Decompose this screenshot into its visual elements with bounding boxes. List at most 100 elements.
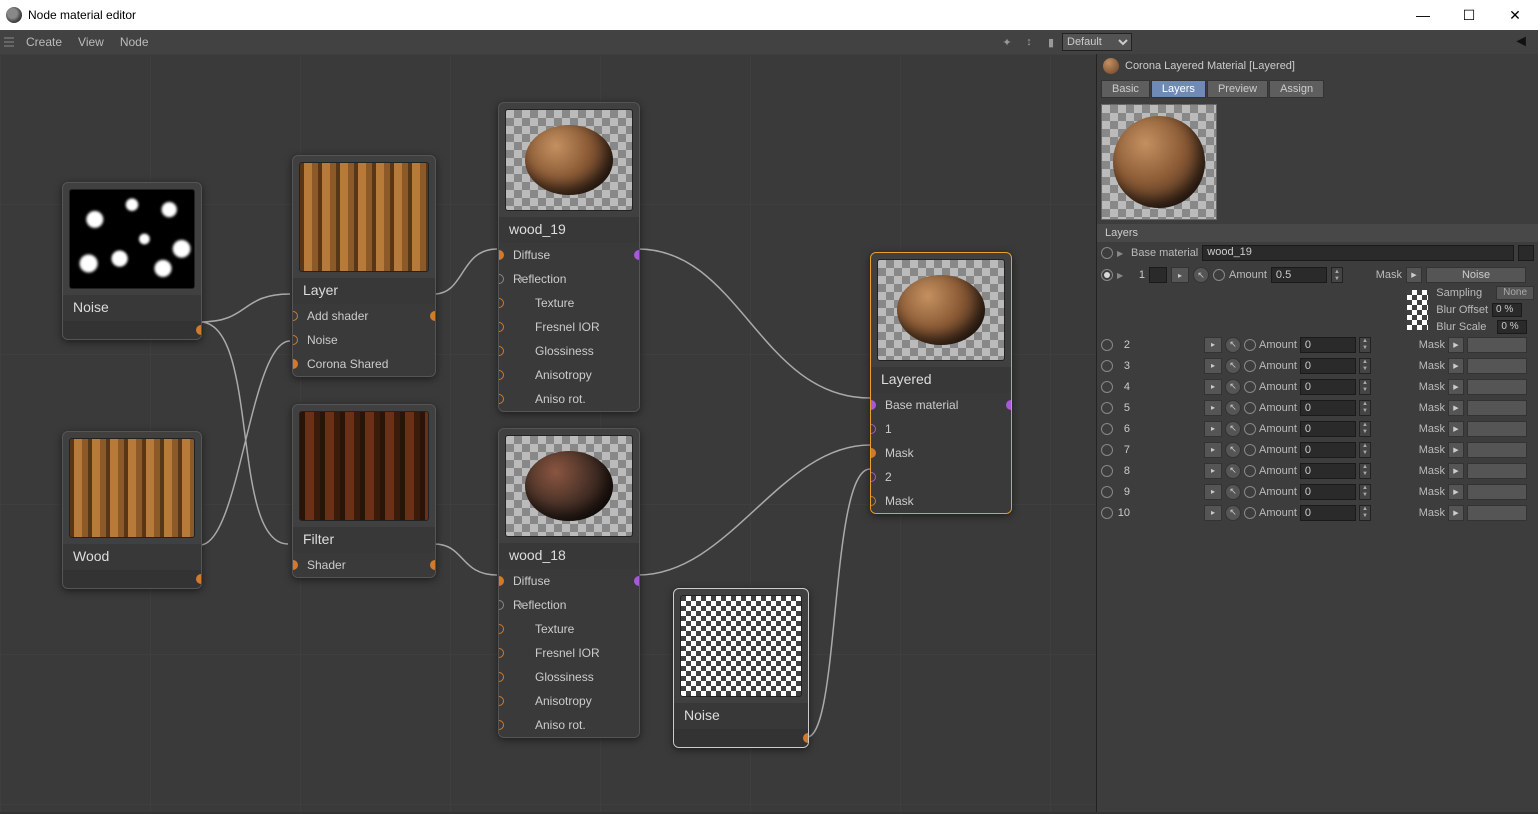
picker-icon[interactable]: ↖ bbox=[1225, 400, 1241, 416]
radio-layer[interactable] bbox=[1101, 486, 1113, 498]
amount-spinner[interactable]: ▲▼ bbox=[1359, 358, 1371, 374]
radio-amount[interactable] bbox=[1244, 423, 1256, 435]
radio-layer[interactable] bbox=[1101, 507, 1113, 519]
mask-button[interactable] bbox=[1467, 358, 1527, 374]
in-port[interactable] bbox=[870, 496, 876, 506]
tab-basic[interactable]: Basic bbox=[1101, 80, 1150, 98]
nav-arrow-icon[interactable]: ▸ bbox=[1204, 358, 1222, 374]
mask-button[interactable] bbox=[1467, 442, 1527, 458]
in-port[interactable] bbox=[498, 576, 504, 586]
out-port[interactable] bbox=[196, 325, 202, 335]
picker-icon[interactable]: ↖ bbox=[1225, 484, 1241, 500]
close-button[interactable]: ✕ bbox=[1492, 0, 1538, 30]
in-port[interactable] bbox=[498, 250, 504, 260]
radio-amount[interactable] bbox=[1244, 486, 1256, 498]
amount-spinner[interactable]: ▲▼ bbox=[1359, 505, 1371, 521]
in-port[interactable] bbox=[498, 346, 504, 356]
radio-layer[interactable] bbox=[1101, 360, 1113, 372]
radio-amount[interactable] bbox=[1213, 269, 1225, 281]
mask-play-icon[interactable]: ▶ bbox=[1448, 484, 1464, 500]
mask-button[interactable] bbox=[1467, 505, 1527, 521]
in-port[interactable] bbox=[292, 311, 298, 321]
in-port[interactable] bbox=[870, 400, 876, 410]
nav-arrow-icon[interactable]: ▸ bbox=[1204, 421, 1222, 437]
amount-field[interactable]: 0 bbox=[1300, 421, 1356, 437]
radio-amount[interactable] bbox=[1244, 465, 1256, 477]
maximize-button[interactable]: ☐ bbox=[1446, 0, 1492, 30]
in-port[interactable] bbox=[498, 322, 504, 332]
mask-button[interactable] bbox=[1467, 484, 1527, 500]
amount-field[interactable]: 0.5 bbox=[1271, 267, 1327, 283]
picker-icon[interactable]: ↖ bbox=[1225, 358, 1241, 374]
picker-icon[interactable]: ↖ bbox=[1225, 337, 1241, 353]
layer-swatch[interactable] bbox=[1149, 267, 1167, 283]
radio-amount[interactable] bbox=[1244, 381, 1256, 393]
out-port[interactable] bbox=[634, 576, 640, 586]
noise-swatch[interactable] bbox=[1407, 290, 1428, 330]
node-canvas[interactable]: Noise Wood Layer Add shader Noise Corona… bbox=[0, 54, 1096, 812]
tab-layers[interactable]: Layers bbox=[1151, 80, 1206, 98]
amount-spinner[interactable]: ▲▼ bbox=[1331, 267, 1343, 283]
amount-spinner[interactable]: ▲▼ bbox=[1359, 400, 1371, 416]
picker-icon[interactable]: ↖ bbox=[1225, 421, 1241, 437]
mask-button[interactable] bbox=[1467, 421, 1527, 437]
node-noise[interactable]: Noise bbox=[62, 182, 202, 340]
preset-select[interactable]: Default bbox=[1062, 33, 1132, 51]
out-port[interactable] bbox=[803, 733, 809, 743]
in-port[interactable] bbox=[292, 359, 298, 369]
picker-icon[interactable]: ↖ bbox=[1225, 442, 1241, 458]
mask-play-icon[interactable]: ▶ bbox=[1448, 421, 1464, 437]
mask-play-icon[interactable]: ▶ bbox=[1448, 379, 1464, 395]
radio-amount[interactable] bbox=[1244, 360, 1256, 372]
node-wood18[interactable]: wood_18 Diffuse ▼Reflection Texture Fres… bbox=[498, 428, 640, 738]
out-port[interactable] bbox=[634, 250, 640, 260]
radio-layer[interactable] bbox=[1101, 444, 1113, 456]
mask-play-icon[interactable]: ▶ bbox=[1448, 337, 1464, 353]
amount-field[interactable]: 0 bbox=[1300, 505, 1356, 521]
expand-icon[interactable]: ▼ bbox=[517, 600, 526, 610]
radio-layer[interactable] bbox=[1101, 402, 1113, 414]
radio-base[interactable] bbox=[1101, 247, 1113, 259]
in-port[interactable] bbox=[292, 560, 298, 570]
mask-play-icon[interactable]: ▶ bbox=[1448, 463, 1464, 479]
nav-arrow-icon[interactable]: ▸ bbox=[1204, 400, 1222, 416]
in-port[interactable] bbox=[498, 370, 504, 380]
expand-icon[interactable]: ▶ bbox=[1117, 249, 1127, 258]
radio-amount[interactable] bbox=[1244, 444, 1256, 456]
mask-play-icon[interactable]: ▶ bbox=[1406, 267, 1422, 283]
amount-spinner[interactable]: ▲▼ bbox=[1359, 421, 1371, 437]
amount-field[interactable]: 0 bbox=[1300, 337, 1356, 353]
radio-amount[interactable] bbox=[1244, 507, 1256, 519]
tab-assign[interactable]: Assign bbox=[1269, 80, 1324, 98]
menu-node[interactable]: Node bbox=[112, 35, 157, 49]
out-port[interactable] bbox=[430, 560, 436, 570]
node-wood[interactable]: Wood bbox=[62, 431, 202, 589]
node-wood19[interactable]: wood_19 Diffuse ▼Reflection Texture Fres… bbox=[498, 102, 640, 412]
collapse-arrow-icon[interactable]: ◄ bbox=[1512, 33, 1530, 51]
in-port[interactable] bbox=[498, 600, 504, 610]
radio-amount[interactable] bbox=[1244, 402, 1256, 414]
nav-arrow-icon[interactable]: ▸ bbox=[1204, 442, 1222, 458]
blur-offset-field[interactable]: 0 % bbox=[1492, 303, 1522, 317]
in-port[interactable] bbox=[498, 672, 504, 682]
in-port[interactable] bbox=[498, 274, 504, 284]
sampling-value[interactable]: None bbox=[1496, 286, 1534, 300]
menu-create[interactable]: Create bbox=[18, 35, 70, 49]
nav-arrow-icon[interactable]: ▸ bbox=[1204, 337, 1222, 353]
radio-layer[interactable] bbox=[1101, 339, 1113, 351]
mask-button[interactable]: Noise bbox=[1426, 267, 1526, 283]
amount-spinner[interactable]: ▲▼ bbox=[1359, 379, 1371, 395]
snap-icon[interactable]: ✦ bbox=[998, 33, 1016, 51]
align-icon[interactable]: ↕ bbox=[1020, 33, 1038, 51]
menu-grip[interactable] bbox=[4, 37, 14, 47]
mask-play-icon[interactable]: ▶ bbox=[1448, 358, 1464, 374]
mask-button[interactable] bbox=[1467, 379, 1527, 395]
blur-scale-field[interactable]: 0 % bbox=[1497, 320, 1527, 334]
mask-button[interactable] bbox=[1467, 400, 1527, 416]
mask-button[interactable] bbox=[1467, 337, 1527, 353]
in-port[interactable] bbox=[498, 298, 504, 308]
mask-play-icon[interactable]: ▶ bbox=[1448, 505, 1464, 521]
in-port[interactable] bbox=[498, 648, 504, 658]
radio-layer[interactable] bbox=[1101, 423, 1113, 435]
minimize-button[interactable]: — bbox=[1400, 0, 1446, 30]
